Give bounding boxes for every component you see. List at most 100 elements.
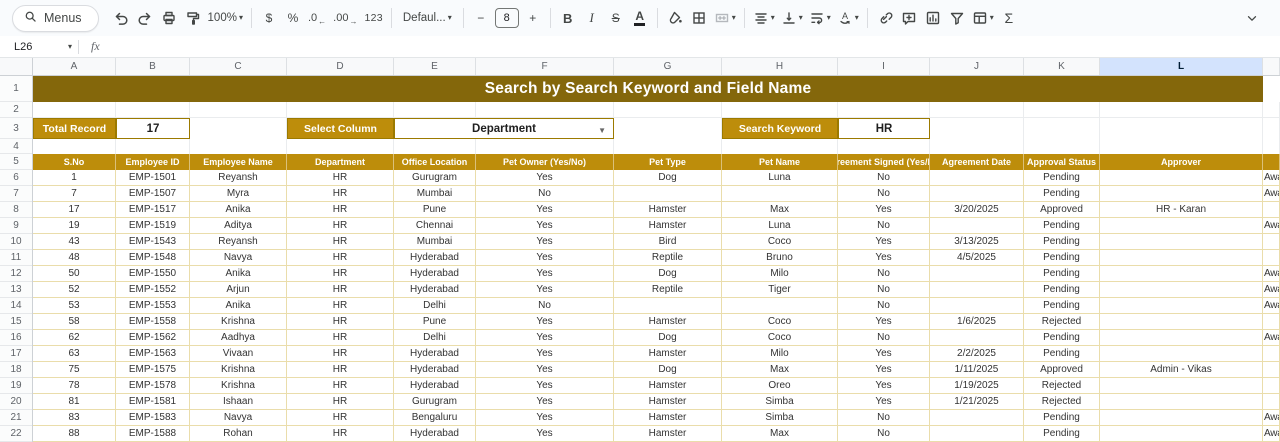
cell-sno[interactable]: 1 (33, 170, 116, 186)
table-header-agreement-signed-yes-no[interactable]: Agreement Signed (Yes/No) (838, 154, 930, 170)
table-header-employee-id[interactable]: Employee ID (116, 154, 190, 170)
cell-agreement-date[interactable] (930, 330, 1024, 346)
cell-sno[interactable]: 7 (33, 186, 116, 202)
italic-button[interactable]: I (580, 5, 604, 31)
cell-m-text[interactable] (1263, 394, 1280, 410)
cell-pet-name[interactable] (722, 186, 838, 202)
column-header-L[interactable]: L (1100, 58, 1263, 75)
cell-sno[interactable]: 17 (33, 202, 116, 218)
cell-pet-name[interactable]: Luna (722, 170, 838, 186)
cell-pet-type[interactable]: Reptile (614, 282, 722, 298)
row-header-3[interactable]: 3 (0, 118, 32, 139)
cell-approver[interactable] (1100, 170, 1263, 186)
name-box[interactable]: L26 ▾ (0, 41, 78, 53)
cell-pet-name[interactable]: Bruno (722, 250, 838, 266)
cell-approval-status[interactable]: Pending (1024, 330, 1100, 346)
menus-search[interactable]: Menus (12, 5, 99, 32)
column-header-D[interactable]: D (287, 58, 394, 75)
cell-m-text[interactable] (1263, 314, 1280, 330)
row-header-10[interactable]: 10 (0, 234, 32, 250)
select-column-dropdown[interactable]: Department ▼ (394, 118, 614, 139)
cell-pet-type[interactable]: Hamster (614, 314, 722, 330)
cell-office-location[interactable]: Gurugram (394, 394, 476, 410)
cell-m-text[interactable]: Awaiting (1263, 282, 1280, 298)
cell-sno[interactable]: 43 (33, 234, 116, 250)
cell-office-location[interactable]: Pune (394, 314, 476, 330)
cell-approval-status[interactable]: Rejected (1024, 314, 1100, 330)
cell-employee-id[interactable]: EMP-1543 (116, 234, 190, 250)
empty-cell[interactable] (1263, 139, 1280, 154)
cell-pet-owner[interactable]: Yes (476, 362, 614, 378)
cell-pet-type[interactable]: Hamster (614, 202, 722, 218)
table-header-sliver[interactable] (1263, 154, 1280, 170)
empty-cell[interactable] (394, 139, 476, 154)
empty-cell[interactable] (116, 139, 190, 154)
cell-employee-id[interactable]: EMP-1562 (116, 330, 190, 346)
cell-department[interactable]: HR (287, 378, 394, 394)
cell-office-location[interactable]: Hyderabad (394, 362, 476, 378)
table-header-approver[interactable]: Approver (1100, 154, 1263, 170)
cell-employee-name[interactable]: Anika (190, 266, 287, 282)
empty-cell[interactable] (838, 139, 930, 154)
cell-m-text[interactable]: Awaiting (1263, 186, 1280, 202)
empty-cell[interactable] (838, 102, 930, 117)
cell-pet-owner[interactable]: Yes (476, 314, 614, 330)
cell-office-location[interactable]: Mumbai (394, 186, 476, 202)
cell-approval-status[interactable]: Pending (1024, 346, 1100, 362)
cell-approval-status[interactable]: Pending (1024, 234, 1100, 250)
empty-cell[interactable] (722, 139, 838, 154)
empty-cell[interactable] (722, 102, 838, 117)
column-header-E[interactable]: E (394, 58, 476, 75)
row-header-2[interactable]: 2 (0, 102, 32, 118)
cell-pet-name[interactable] (722, 298, 838, 314)
more-formats-button[interactable]: 123 (361, 5, 385, 31)
cell-office-location[interactable]: Chennai (394, 218, 476, 234)
row-header-1[interactable]: 1 (0, 76, 32, 102)
cell-employee-id[interactable]: EMP-1553 (116, 298, 190, 314)
cell-sno[interactable]: 50 (33, 266, 116, 282)
column-header-H[interactable]: H (722, 58, 838, 75)
cell-pet-name[interactable]: Simba (722, 410, 838, 426)
row-header-8[interactable]: 8 (0, 202, 32, 218)
cell-sno[interactable]: 78 (33, 378, 116, 394)
formula-input[interactable] (100, 36, 1280, 57)
font-size-input[interactable]: 8 (495, 8, 519, 28)
cell-approval-status[interactable]: Approved (1024, 202, 1100, 218)
row-header-12[interactable]: 12 (0, 266, 32, 282)
cell-employee-name[interactable]: Rohan (190, 426, 287, 442)
cell-employee-name[interactable]: Anika (190, 298, 287, 314)
empty-cell[interactable] (33, 102, 116, 117)
cell-sno[interactable]: 81 (33, 394, 116, 410)
row-header-21[interactable]: 21 (0, 410, 32, 426)
empty-cell[interactable] (1100, 118, 1263, 139)
sheet-title[interactable]: Search by Search Keyword and Field Name (33, 76, 1263, 102)
empty-cell[interactable] (287, 139, 394, 154)
cell-pet-type[interactable]: Hamster (614, 410, 722, 426)
row-header-18[interactable]: 18 (0, 362, 32, 378)
empty-cell[interactable] (930, 102, 1024, 117)
cell-office-location[interactable]: Gurugram (394, 170, 476, 186)
cell-pet-owner[interactable]: Yes (476, 250, 614, 266)
cell-approval-status[interactable]: Rejected (1024, 394, 1100, 410)
cell-approval-status[interactable]: Pending (1024, 266, 1100, 282)
insert-link-button[interactable] (873, 5, 897, 31)
cell-pet-name[interactable]: Tiger (722, 282, 838, 298)
empty-cell[interactable] (190, 139, 287, 154)
empty-cell[interactable] (33, 139, 116, 154)
row-header-16[interactable]: 16 (0, 330, 32, 346)
undo-button[interactable] (109, 5, 133, 31)
cell-pet-type[interactable]: Hamster (614, 218, 722, 234)
cell-m-text[interactable]: Awaiting (1263, 218, 1280, 234)
cell-employee-name[interactable]: Reyansh (190, 234, 287, 250)
cell-m-text[interactable]: Awaiting (1263, 266, 1280, 282)
cell-department[interactable]: HR (287, 186, 394, 202)
functions-button[interactable]: Σ (997, 5, 1021, 31)
cell-sno[interactable]: 58 (33, 314, 116, 330)
cell-sno[interactable]: 62 (33, 330, 116, 346)
cell-employee-id[interactable]: EMP-1583 (116, 410, 190, 426)
cell-pet-name[interactable]: Max (722, 426, 838, 442)
cell-approver[interactable] (1100, 218, 1263, 234)
cell-agreement-signed[interactable]: No (838, 410, 930, 426)
empty-cell[interactable] (930, 118, 1024, 139)
cell-employee-id[interactable]: EMP-1581 (116, 394, 190, 410)
